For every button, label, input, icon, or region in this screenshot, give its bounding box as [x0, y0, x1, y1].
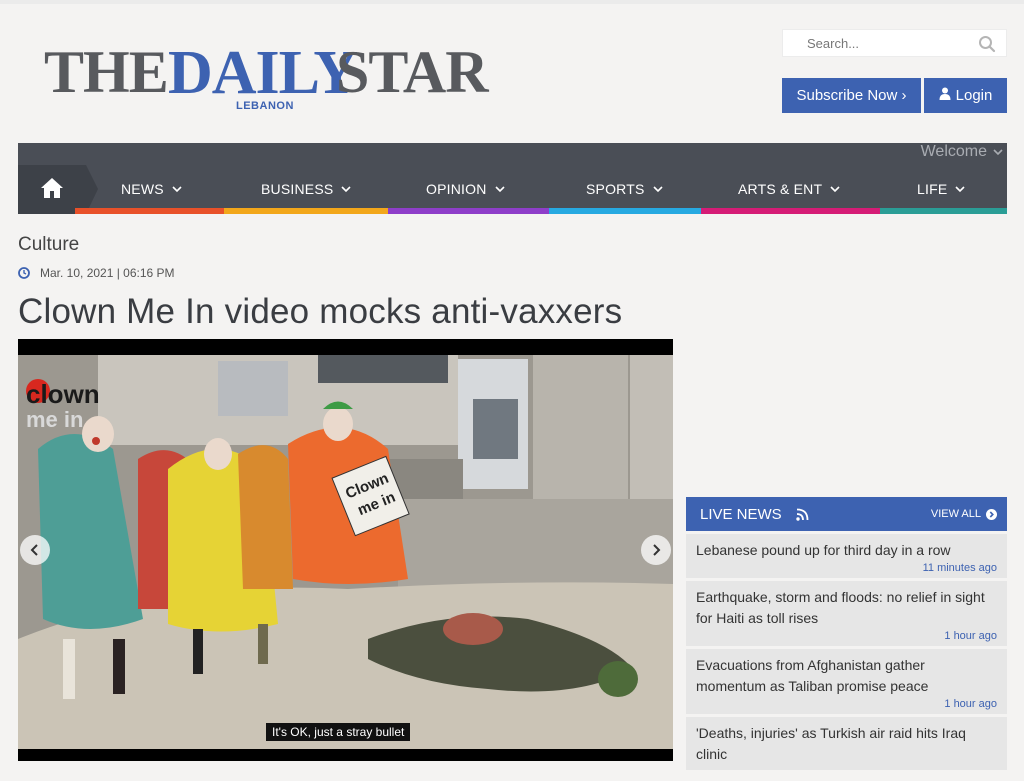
rss-icon[interactable] [795, 508, 809, 521]
subscribe-label: Subscribe Now › [796, 87, 907, 104]
search-icon[interactable] [978, 35, 996, 53]
date-text: Mar. 10, 2021 | 06:16 PM [40, 266, 175, 280]
nav-item-sports[interactable]: SPORTS [586, 179, 663, 199]
logo-the: THE [44, 39, 169, 105]
chevron-left-icon [30, 544, 38, 556]
live-news-item[interactable]: Earthquake, storm and floods: no relief … [686, 581, 1007, 646]
chevron-down-icon [341, 186, 351, 193]
live-news-panel: LIVE NEWS VIEW ALL Lebanese pound up for… [686, 497, 1007, 770]
live-news-item[interactable]: Lebanese pound up for third day in a row… [686, 534, 1007, 578]
live-news-item-time: 1 hour ago [944, 630, 997, 642]
live-news-item-time: 1 hour ago [944, 698, 997, 710]
logo-lebanon: LEBANON [236, 100, 294, 112]
chevron-down-icon [172, 186, 182, 193]
nav-item-news[interactable]: NEWS [121, 179, 182, 199]
watermark-top: clown [26, 379, 100, 409]
watermark-bottom: me in [26, 407, 83, 432]
live-news-item-title: 'Deaths, injuries' as Turkish air raid h… [696, 725, 966, 762]
view-all-link[interactable]: VIEW ALL [931, 508, 997, 520]
nav-home[interactable] [18, 165, 98, 214]
welcome-dropdown[interactable]: Welcome [920, 143, 1007, 161]
slider-next-button[interactable] [641, 535, 671, 565]
nav-item-business[interactable]: BUSINESS [261, 179, 351, 199]
nav-label: SPORTS [586, 181, 645, 197]
user-icon [939, 87, 951, 104]
live-news-item-title: Earthquake, storm and floods: no relief … [696, 589, 985, 626]
nav-color-bar-opinion [388, 208, 549, 214]
nav-color-bar-news [75, 208, 224, 214]
nav-item-arts-ent[interactable]: ARTS & ENT [738, 179, 840, 199]
site-logo[interactable]: THE DAILY STAR LEBANON [44, 39, 489, 116]
nav-label: OPINION [426, 181, 487, 197]
nav-label: ARTS & ENT [738, 181, 823, 197]
logo-daily: DAILY [168, 39, 358, 107]
view-all-label: VIEW ALL [930, 508, 981, 520]
article-section[interactable]: Culture [18, 234, 79, 256]
chevron-down-icon [993, 149, 1003, 156]
nav-color-bar-life [880, 208, 1007, 214]
subscribe-button[interactable]: Subscribe Now › [782, 78, 921, 113]
welcome-label: Welcome [920, 143, 987, 160]
live-news-header: LIVE NEWS VIEW ALL [686, 497, 1007, 531]
clock-icon [18, 267, 30, 279]
live-news-title: LIVE NEWS [700, 505, 782, 523]
nav-color-bar-sports [549, 208, 701, 214]
chevron-down-icon [830, 186, 840, 193]
article-video[interactable]: clown me in Clown me in [18, 339, 673, 761]
video-frame: clown me in Clown me in [18, 339, 673, 761]
top-strip [0, 0, 1024, 4]
live-news-item-title: Evacuations from Afghanistan gather mome… [696, 657, 929, 694]
search-input[interactable]: Search... [782, 29, 1007, 57]
article-date: Mar. 10, 2021 | 06:16 PM [18, 266, 175, 280]
main-nav: Welcome NEWS BUSINESS OPINION SPORTS ART… [18, 143, 1007, 214]
nav-color-bar-business [224, 208, 388, 214]
home-icon [41, 178, 63, 198]
login-button[interactable]: Login [924, 78, 1007, 113]
live-news-item[interactable]: 'Deaths, injuries' as Turkish air raid h… [686, 717, 1007, 770]
logo-star: STAR [336, 39, 489, 105]
nav-label: NEWS [121, 181, 164, 197]
live-news-item[interactable]: Evacuations from Afghanistan gather mome… [686, 649, 1007, 714]
chevron-down-icon [652, 186, 663, 193]
login-label: Login [955, 87, 993, 104]
chevron-down-icon [494, 186, 505, 193]
arrow-circle-right-icon [986, 508, 997, 520]
live-news-item-title: Lebanese pound up for third day in a row [696, 542, 951, 558]
search-placeholder: Search... [807, 36, 860, 51]
chevron-right-icon [653, 544, 661, 556]
nav-color-bar-arts [701, 208, 880, 214]
nav-label: LIFE [917, 181, 948, 197]
live-news-item-time: 11 minutes ago [922, 562, 997, 574]
chevron-down-icon [955, 186, 965, 193]
nav-label: BUSINESS [261, 181, 334, 197]
video-subtitle: It's OK, just a stray bullet [266, 723, 411, 741]
article-headline: Clown Me In video mocks anti-vaxxers [18, 292, 623, 331]
nav-item-life[interactable]: LIFE [917, 179, 965, 199]
nav-item-opinion[interactable]: OPINION [426, 179, 505, 199]
slider-prev-button[interactable] [20, 535, 50, 565]
